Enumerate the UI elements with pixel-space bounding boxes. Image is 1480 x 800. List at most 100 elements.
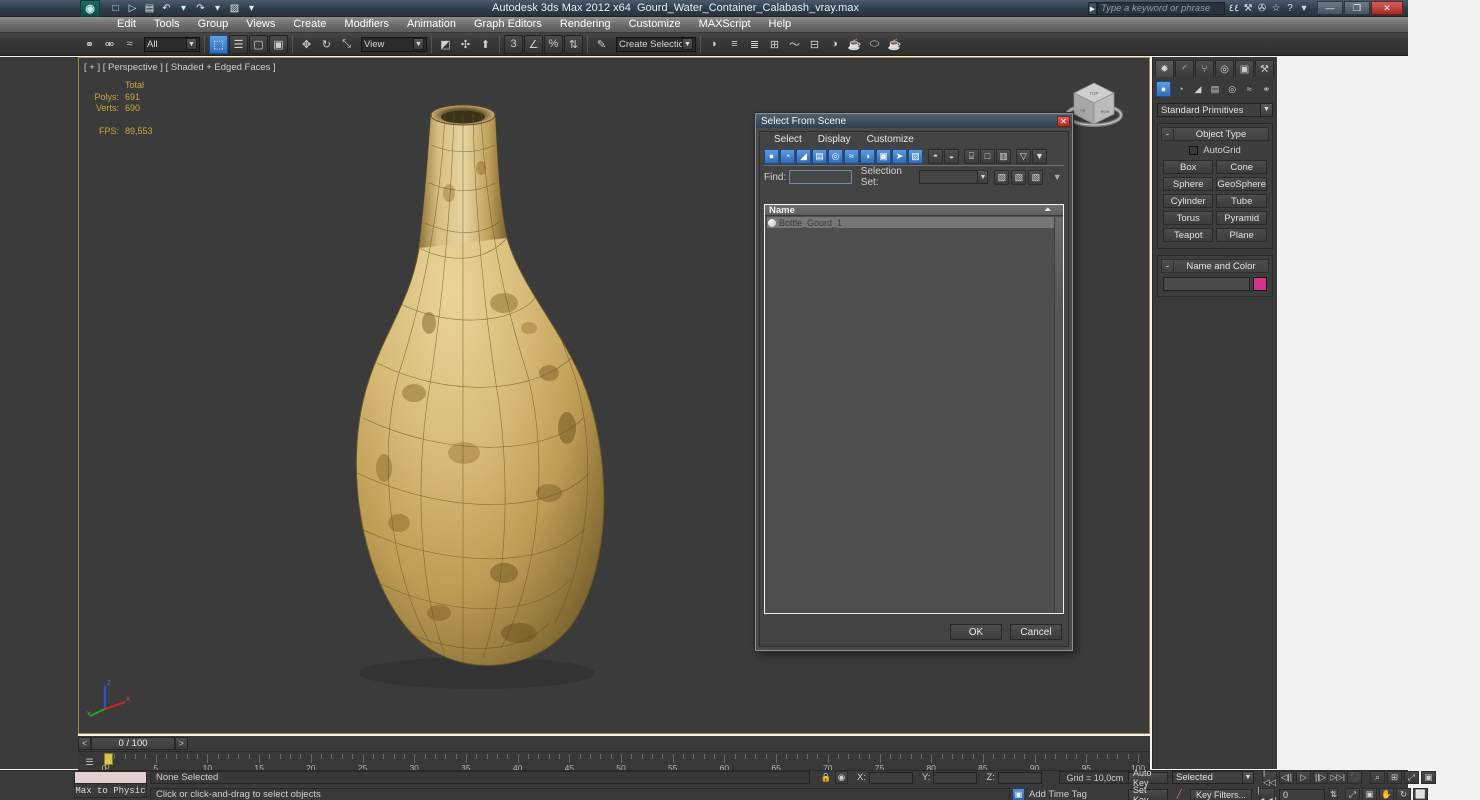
display-bones-icon[interactable]: ➤	[892, 148, 907, 164]
chevron-down-icon[interactable]: ▼	[186, 38, 197, 50]
go-to-end-icon[interactable]: ▷▷|	[1330, 771, 1345, 784]
absolute-relative-transform-icon[interactable]: ◉	[835, 771, 848, 784]
angle-snap-toggle-icon[interactable]: ∠	[524, 34, 543, 54]
display-lights-icon[interactable]: ◢	[796, 148, 811, 164]
pan-view-icon[interactable]: ✋	[1379, 788, 1394, 800]
percent-snap-toggle-icon[interactable]: %	[544, 34, 563, 54]
curve-editor-icon[interactable]: 〜	[785, 35, 804, 54]
ok-button[interactable]: OK	[950, 624, 1002, 640]
bind-to-space-warp-icon[interactable]: ≈	[120, 35, 139, 54]
next-frame-icon[interactable]: ||▷	[1313, 771, 1328, 784]
cameras-icon[interactable]: ▤	[1207, 81, 1222, 97]
chevron-down-icon[interactable]: ▼	[1260, 104, 1272, 116]
undo-dropdown-icon[interactable]: ▾	[176, 1, 191, 16]
filter-icon[interactable]: ▽	[1016, 148, 1031, 164]
render-setup-icon[interactable]: ☕	[845, 35, 864, 54]
maximize-viewport-toggle-icon[interactable]: ⬜	[1413, 788, 1428, 800]
help-dropdown-icon[interactable]: ▾	[1297, 2, 1311, 15]
collapse-minus-icon[interactable]: -	[1162, 128, 1174, 140]
select-and-link-icon[interactable]: ⚭	[80, 35, 99, 54]
set-key-button[interactable]: Set Key	[1128, 785, 1168, 800]
current-frame-display[interactable]: 0 / 100	[91, 737, 175, 750]
zoom-extents-icon[interactable]: ⤢	[1345, 788, 1360, 800]
shapes-icon[interactable]: ◔	[1173, 81, 1188, 97]
tab-utilities[interactable]: ⚒	[1255, 60, 1274, 77]
maximize-button[interactable]: ❐	[1344, 1, 1370, 15]
zoom-region-icon[interactable]: ▣	[1421, 771, 1436, 784]
undo-icon[interactable]: ↶	[159, 1, 174, 16]
help-icon[interactable]: ?	[1283, 2, 1297, 15]
spinner-snap-toggle-icon[interactable]: ⇅	[564, 34, 583, 54]
cancel-button[interactable]: Cancel	[1010, 624, 1062, 640]
object-type-header[interactable]: - Object Type	[1161, 127, 1269, 141]
time-slider[interactable]: < 0 / 100 >	[78, 736, 1150, 751]
collapse-minus-icon[interactable]: -	[1162, 260, 1174, 272]
favorites-star-icon[interactable]: ☆	[1269, 2, 1283, 15]
zoom-extents-icon[interactable]: ⤢	[1404, 771, 1419, 784]
tab-modify[interactable]: ◜	[1175, 60, 1194, 77]
reference-coordinate-system-dropdown[interactable]: View ▼	[361, 36, 427, 52]
keyboard-shortcut-override-icon[interactable]: ⬆	[476, 35, 495, 54]
next-frame-button[interactable]: >	[175, 737, 188, 750]
rectangular-selection-region-icon[interactable]: ▢	[249, 34, 268, 54]
menu-customize[interactable]: Customize	[620, 17, 690, 32]
display-influences-icon[interactable]: ◓	[928, 148, 943, 164]
display-geometry-icon[interactable]: ●	[764, 148, 779, 164]
zoom-all-icon[interactable]: ⊞	[1387, 771, 1402, 784]
list-header-name[interactable]: Name ⏶	[765, 205, 1063, 216]
redo-dropdown-icon[interactable]: ▾	[210, 1, 225, 16]
menu-maxscript[interactable]: MAXScript	[690, 17, 760, 32]
autogrid-row[interactable]: AutoGrid	[1161, 141, 1269, 159]
auto-key-button[interactable]: Auto Key	[1128, 768, 1168, 788]
menu-modifiers[interactable]: Modifiers	[335, 17, 398, 32]
set-project-folder-icon[interactable]: ▧	[227, 1, 242, 16]
tab-hierarchy[interactable]: ⑂	[1195, 60, 1214, 77]
select-by-name-icon[interactable]: ☰	[229, 34, 248, 54]
search-input[interactable]: Type a keyword or phrase	[1097, 2, 1225, 15]
list-scrollbar[interactable]	[1054, 217, 1063, 612]
create-sphere-button[interactable]: Sphere	[1163, 177, 1214, 191]
create-cone-button[interactable]: Cone	[1216, 160, 1267, 174]
menu-create[interactable]: Create	[284, 17, 335, 32]
named-selection-set-dropdown[interactable]: Create Selection Se▼	[616, 36, 696, 52]
key-mode-toggle-icon[interactable]: |◄◄|	[1257, 785, 1277, 800]
display-containers-icon[interactable]: ▨	[908, 148, 923, 164]
display-space-warps-icon[interactable]: ≈	[844, 148, 859, 164]
zoom-icon[interactable]: ⌕	[1370, 771, 1385, 784]
new-file-icon[interactable]: □	[108, 1, 123, 16]
geometry-icon[interactable]: ●	[1156, 81, 1172, 97]
coord-input-y[interactable]	[933, 771, 978, 784]
tab-create[interactable]: ✹	[1155, 60, 1174, 77]
time-tag-icon[interactable]: ▣	[1012, 788, 1025, 800]
app-logo-icon[interactable]: ◉	[80, 0, 100, 17]
create-cylinder-button[interactable]: Cylinder	[1163, 194, 1214, 208]
remove-selection-set-icon[interactable]: ▧	[1011, 169, 1027, 185]
create-teapot-button[interactable]: Teapot	[1163, 228, 1214, 242]
display-frozen-icon[interactable]: ◒	[944, 148, 959, 164]
redo-icon[interactable]: ↷	[193, 1, 208, 16]
gourd-3d-model[interactable]	[249, 73, 649, 723]
tab-motion[interactable]: ◎	[1215, 60, 1234, 77]
snaps-toggle-icon[interactable]: 3	[504, 34, 523, 54]
edit-named-selection-sets-icon[interactable]: ✎	[592, 35, 611, 54]
coord-input-z[interactable]	[997, 771, 1042, 784]
create-torus-button[interactable]: Torus	[1163, 211, 1214, 225]
select-children-icon[interactable]: ▥	[996, 148, 1011, 164]
menu-tools[interactable]: Tools	[145, 17, 189, 32]
orbit-icon[interactable]: ↻	[1396, 788, 1411, 800]
scrollbar-thumb[interactable]	[1055, 217, 1063, 307]
select-and-rotate-icon[interactable]: ↻	[317, 35, 336, 54]
max-to-physique-panel[interactable]: Max to Physic	[74, 771, 147, 799]
search-dropdown-icon[interactable]: ▶	[1088, 2, 1097, 15]
advanced-filter-icon[interactable]: ▼	[1032, 148, 1047, 164]
unlink-selection-icon[interactable]: ⚮	[100, 35, 119, 54]
menu-help[interactable]: Help	[760, 17, 801, 32]
menu-views[interactable]: Views	[237, 17, 284, 32]
menu-edit[interactable]: Edit	[108, 17, 145, 32]
create-plane-button[interactable]: Plane	[1216, 228, 1267, 242]
collapse-all-icon[interactable]: □	[980, 148, 995, 164]
viewport-label[interactable]: [ + ] [ Perspective ] [ Shaded + Edged F…	[84, 62, 276, 73]
object-name-input[interactable]	[1163, 277, 1250, 291]
open-file-icon[interactable]: ▷	[125, 1, 140, 16]
close-button[interactable]: ✕	[1371, 1, 1403, 15]
